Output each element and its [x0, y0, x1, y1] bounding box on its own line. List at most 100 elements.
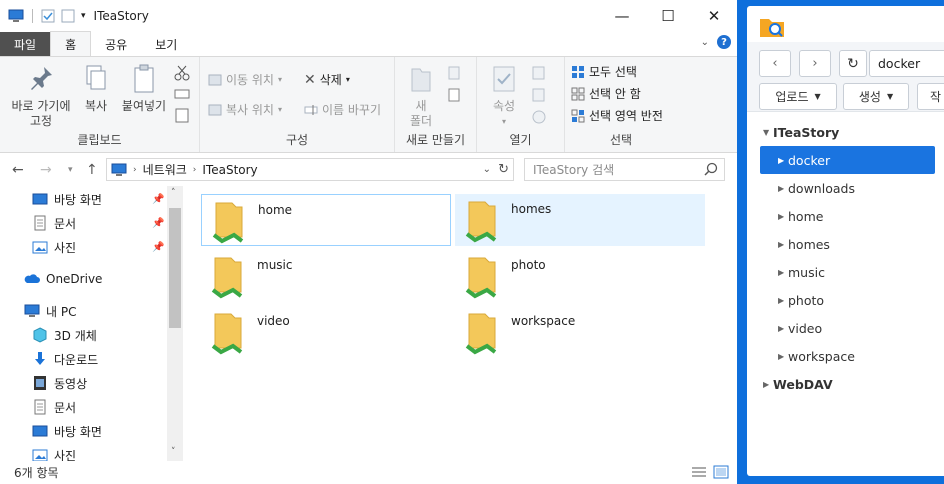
onedrive-cloud-icon: [24, 271, 40, 287]
back-icon[interactable]: ←: [12, 162, 24, 178]
tree-item-homes[interactable]: ▶ homes: [747, 230, 944, 258]
collapsed-arrow-icon: ▶: [778, 155, 785, 165]
navigation-scrollbar[interactable]: ˄ ˅: [167, 186, 183, 461]
edit-icon[interactable]: [531, 87, 547, 103]
select-none-button[interactable]: 선택 안 함: [571, 85, 641, 102]
select-all-button[interactable]: 모두 선택: [571, 63, 637, 80]
tree-item-docker[interactable]: ▶ docker: [760, 146, 935, 174]
path-field[interactable]: docker: [869, 50, 944, 77]
refresh-icon[interactable]: ↻: [498, 162, 509, 177]
nav-item-pictures-pc[interactable]: 사진: [32, 444, 76, 461]
collapse-ribbon-icon[interactable]: ⌄: [701, 37, 709, 48]
tree-item-video[interactable]: ▶ video: [747, 314, 944, 342]
folder-home[interactable]: home: [201, 194, 451, 246]
paste-shortcut-icon[interactable]: [174, 107, 190, 123]
maximize-button[interactable]: ☐: [645, 0, 691, 32]
tree-root-iteastory[interactable]: ▼ ITeaStory: [747, 118, 944, 146]
pin-icon[interactable]: 📌: [152, 194, 164, 205]
breadcrumb-network[interactable]: 네트워크: [143, 161, 187, 178]
copy-to-icon: [208, 103, 222, 117]
nav-item-desktop-pc[interactable]: 바탕 화면: [32, 420, 102, 442]
nav-item-desktop[interactable]: 바탕 화면: [32, 188, 102, 210]
customize-dropdown-icon[interactable]: ▾: [81, 11, 86, 21]
item-count: 6개 항목: [14, 466, 59, 480]
breadcrumb-separator-icon: ›: [192, 164, 197, 175]
copy-path-icon[interactable]: [174, 87, 190, 101]
create-button[interactable]: 생성 ▼: [843, 83, 909, 110]
help-icon[interactable]: ?: [717, 35, 731, 49]
minimize-button[interactable]: —: [599, 0, 645, 32]
refresh-button[interactable]: ↻: [839, 50, 867, 77]
tree-item-workspace[interactable]: ▶ workspace: [747, 342, 944, 370]
status-bar: 6개 항목: [0, 461, 737, 484]
folder-photo[interactable]: photo: [455, 250, 705, 302]
computer-icon[interactable]: [8, 9, 24, 23]
pin-quick-access-button[interactable]: 바로 가기에 고정: [6, 63, 76, 129]
move-to-button[interactable]: 이동 위치 ▾: [208, 71, 282, 88]
pin-icon[interactable]: 📌: [152, 242, 164, 253]
large-icons-view-icon[interactable]: [713, 465, 729, 482]
tree-item-downloads[interactable]: ▶ downloads: [747, 174, 944, 202]
select-group: 모두 선택 선택 안 함 선택 영역 반전 선택: [565, 57, 677, 152]
action-button[interactable]: 작: [917, 83, 944, 110]
new-folder-quick-icon[interactable]: [61, 9, 75, 23]
collapsed-arrow-icon: ▶: [778, 211, 785, 221]
video-icon: [32, 375, 48, 391]
new-item-icon[interactable]: [447, 65, 465, 81]
properties-quick-icon[interactable]: [41, 9, 55, 23]
breadcrumb-current[interactable]: ITeaStory: [202, 163, 257, 177]
close-button[interactable]: ✕: [691, 0, 737, 32]
copy-button[interactable]: 복사: [78, 63, 114, 114]
paste-button[interactable]: 붙여넣기: [118, 63, 170, 114]
nav-item-documents[interactable]: 문서: [32, 212, 76, 234]
tab-share[interactable]: 공유: [91, 32, 141, 56]
scroll-up-icon[interactable]: ˄: [171, 188, 176, 198]
pictures-icon: [32, 239, 48, 255]
forward-icon[interactable]: →: [40, 162, 52, 178]
nav-item-onedrive[interactable]: OneDrive: [24, 268, 102, 290]
nav-item-videos[interactable]: 동영상: [32, 372, 87, 394]
tree-item-music[interactable]: ▶ music: [747, 258, 944, 286]
back-button[interactable]: ‹: [759, 50, 791, 77]
up-icon[interactable]: ↑: [86, 162, 98, 178]
folder-video[interactable]: video: [201, 306, 451, 358]
pin-icon[interactable]: 📌: [152, 218, 164, 229]
download-icon: [32, 351, 48, 367]
history-icon[interactable]: [531, 109, 547, 125]
nav-item-this-pc[interactable]: 내 PC: [24, 300, 76, 322]
tab-view[interactable]: 보기: [141, 32, 191, 56]
rename-button[interactable]: 이름 바꾸기: [304, 101, 381, 118]
invert-selection-button[interactable]: 선택 영역 반전: [571, 107, 663, 124]
folder-homes[interactable]: homes: [455, 194, 705, 246]
scroll-down-icon[interactable]: ˅: [171, 447, 176, 457]
new-folder-button[interactable]: 새 폴더: [401, 63, 441, 129]
search-input[interactable]: ITeaStory 검색: [524, 158, 725, 181]
cut-icon[interactable]: [174, 65, 190, 81]
network-computer-icon: [111, 163, 127, 177]
tab-home[interactable]: 홈: [50, 31, 92, 56]
nav-item-3d-objects[interactable]: 3D 개체: [32, 324, 97, 346]
easy-access-icon[interactable]: [447, 87, 465, 103]
nav-item-downloads[interactable]: 다운로드: [32, 348, 98, 370]
open-icon[interactable]: [531, 65, 547, 81]
tree-item-home[interactable]: ▶ home: [747, 202, 944, 230]
shared-folder-icon: [461, 196, 501, 244]
upload-button[interactable]: 업로드 ▼: [759, 83, 837, 110]
folder-workspace[interactable]: workspace: [455, 306, 705, 358]
nav-item-documents-pc[interactable]: 문서: [32, 396, 76, 418]
folder-music[interactable]: music: [201, 250, 451, 302]
nav-item-pictures[interactable]: 사진: [32, 236, 76, 258]
address-dropdown-icon[interactable]: ⌄: [483, 164, 491, 175]
properties-button[interactable]: 속성 ▾: [483, 63, 525, 129]
address-bar[interactable]: › 네트워크 › ITeaStory ⌄ ↻: [106, 158, 514, 181]
recent-dropdown-icon[interactable]: ▾: [68, 165, 73, 175]
scrollbar-thumb[interactable]: [169, 208, 181, 328]
delete-button[interactable]: ✕ 삭제 ▾: [304, 71, 350, 88]
details-view-icon[interactable]: [691, 465, 707, 482]
tree-item-photo[interactable]: ▶ photo: [747, 286, 944, 314]
forward-button[interactable]: ›: [799, 50, 831, 77]
select-none-icon: [571, 87, 585, 101]
tree-root-webdav[interactable]: ▶ WebDAV: [747, 370, 944, 398]
copy-to-button[interactable]: 복사 위치 ▾: [208, 101, 282, 118]
tab-file[interactable]: 파일: [0, 32, 51, 56]
